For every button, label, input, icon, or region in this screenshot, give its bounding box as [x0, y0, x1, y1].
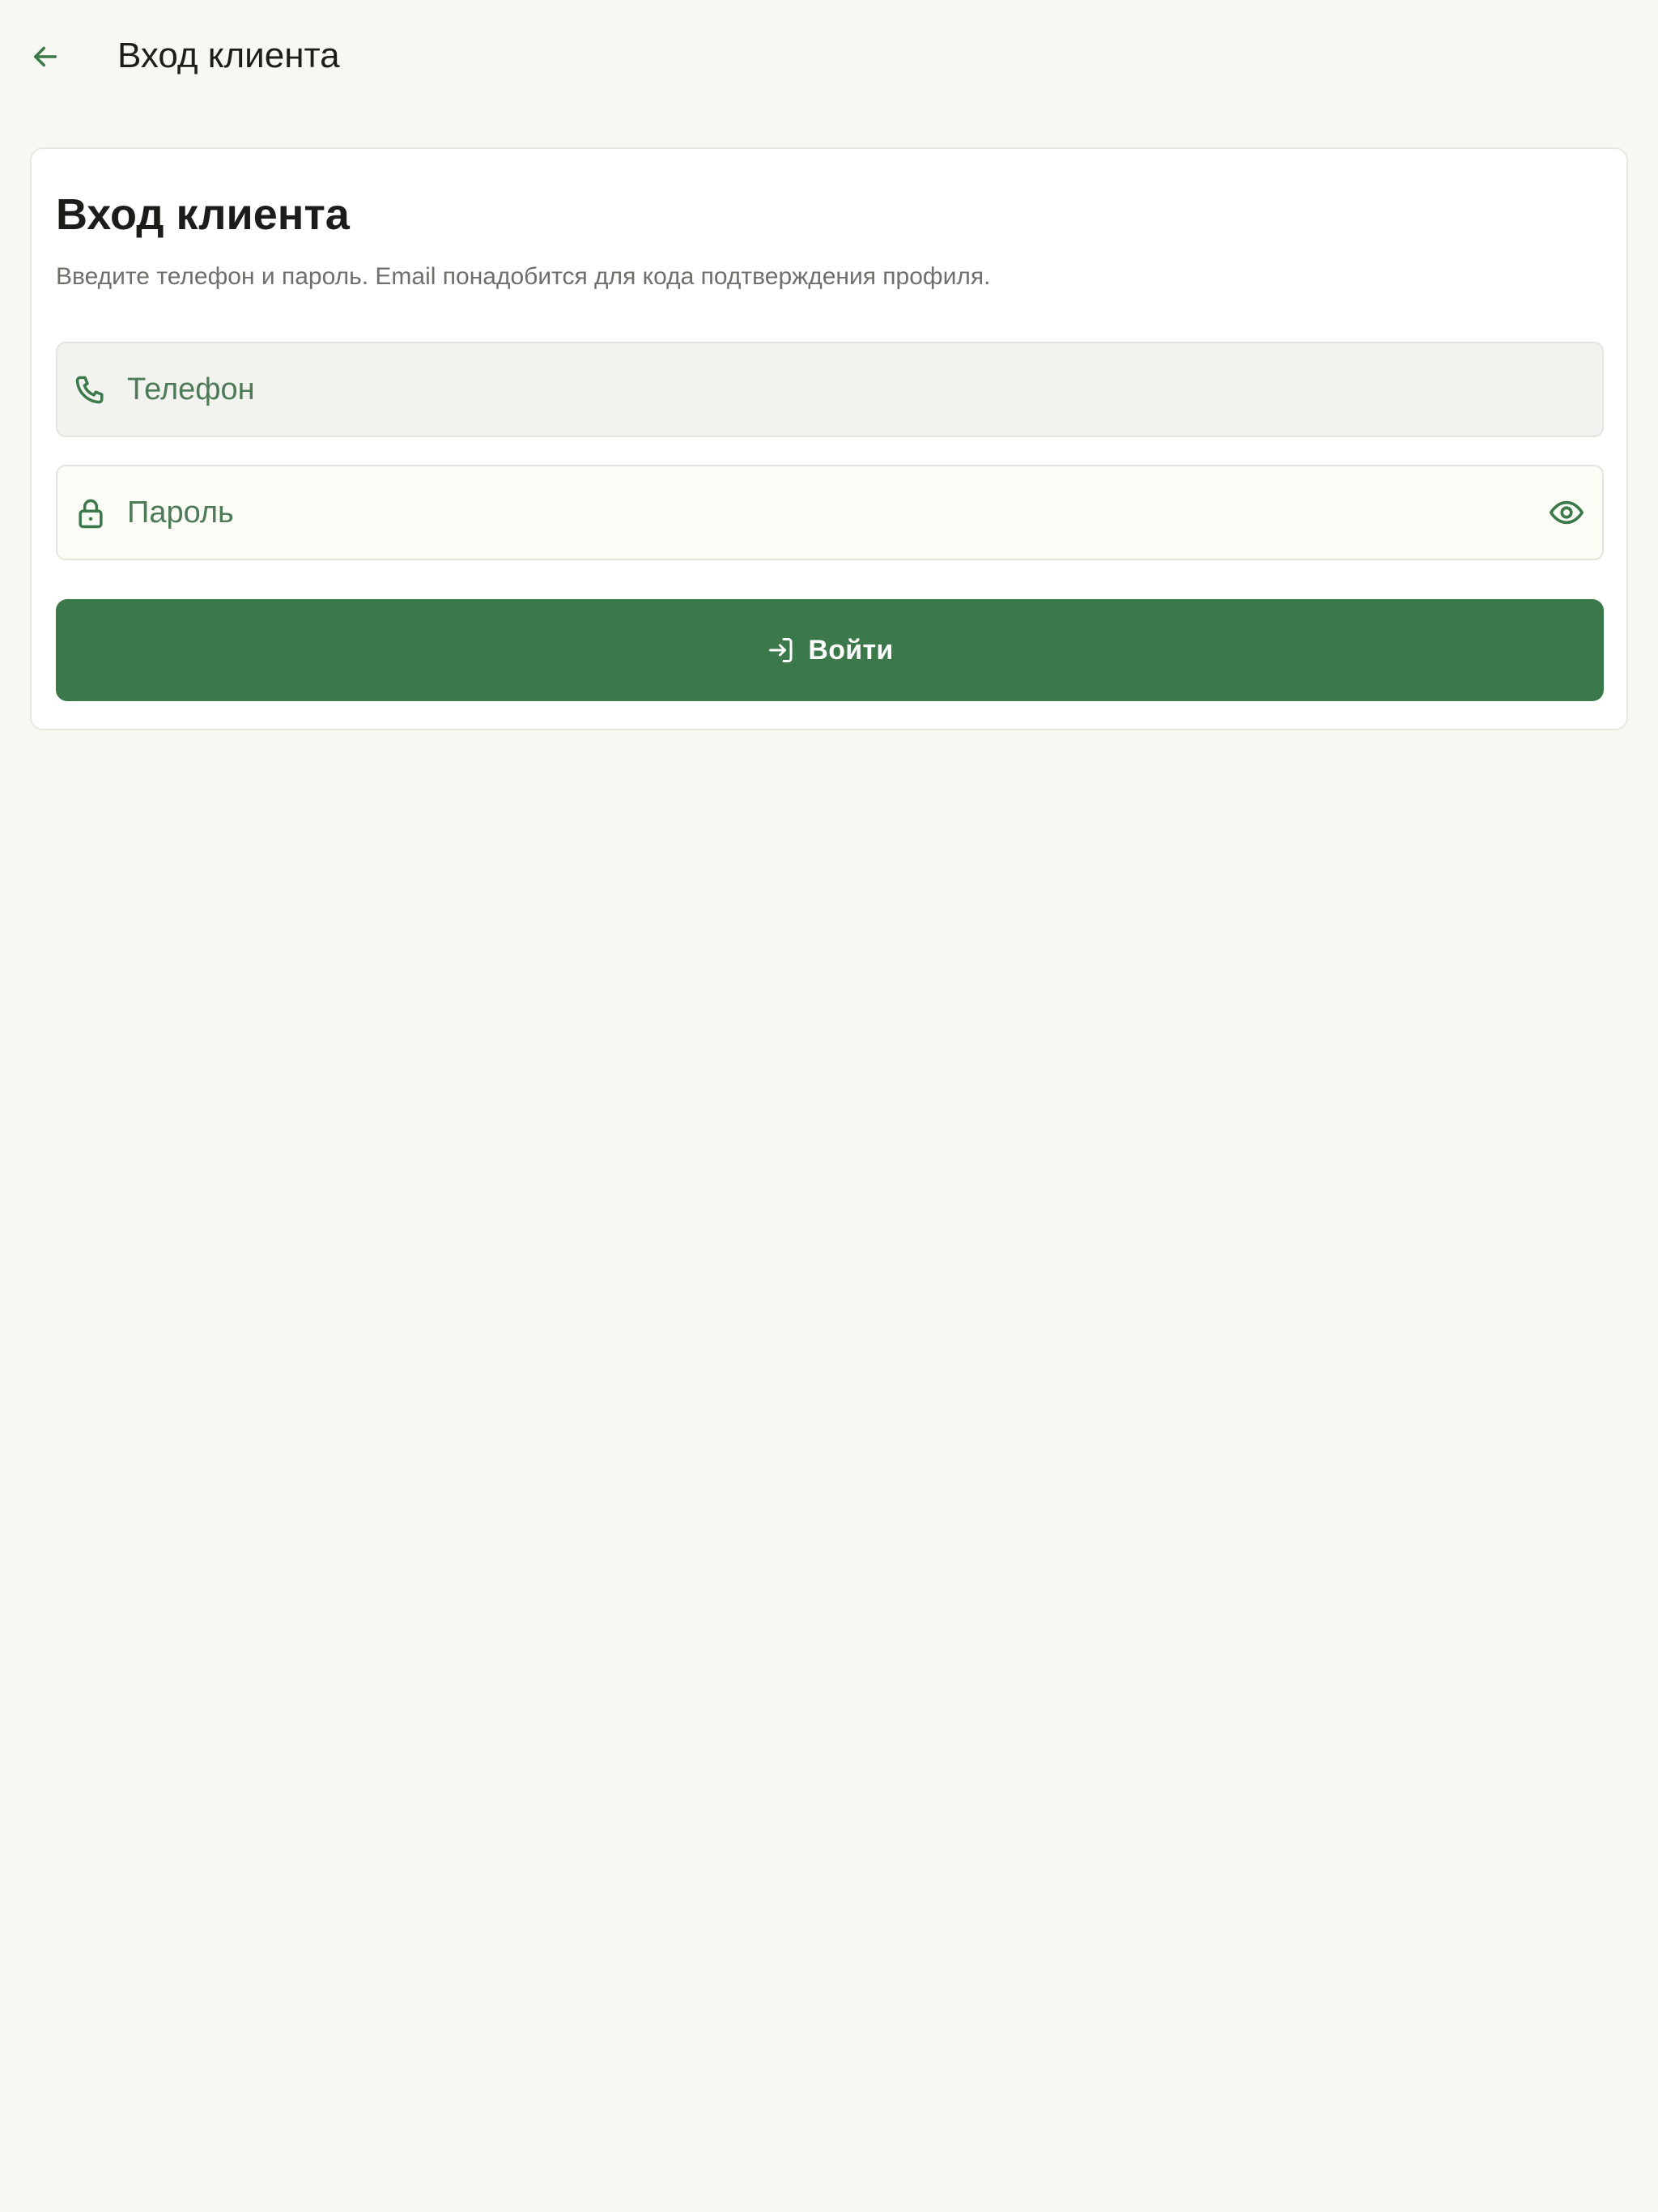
phone-input[interactable] — [127, 359, 1503, 419]
app-bar-title: Вход клиента — [117, 36, 340, 75]
login-button[interactable]: Войти — [56, 599, 1604, 701]
phone-field[interactable] — [56, 342, 1604, 437]
arrow-left-icon — [34, 46, 57, 67]
login-icon — [766, 635, 797, 666]
phone-icon — [72, 372, 109, 409]
back-button[interactable] — [19, 21, 71, 92]
password-input[interactable] — [127, 483, 1503, 542]
card-title: Вход клиента — [56, 190, 350, 239]
lock-icon — [72, 495, 109, 532]
password-field[interactable] — [56, 465, 1604, 560]
eye-icon[interactable] — [1542, 488, 1591, 537]
app-bar: Вход клиента — [0, 0, 1658, 113]
login-button-label: Войти — [808, 634, 894, 666]
card-subtitle: Введите телефон и пароль. Email понадоби… — [56, 263, 991, 290]
login-card: Вход клиента Введите телефон и пароль. E… — [30, 147, 1628, 730]
